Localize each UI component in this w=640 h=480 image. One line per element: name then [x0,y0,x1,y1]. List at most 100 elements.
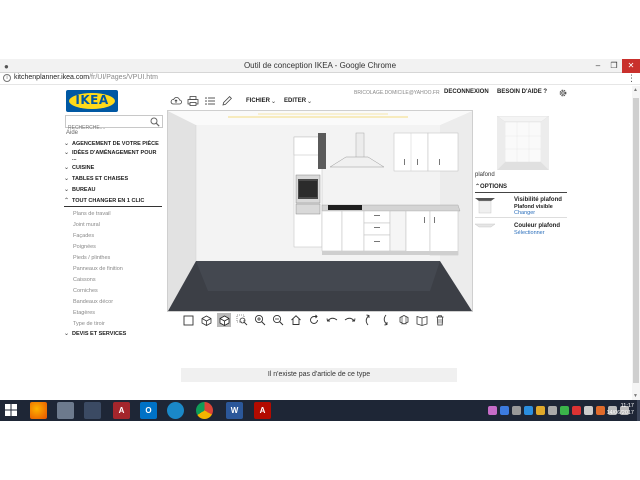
editer-menu[interactable]: EDITER ⌄ [284,98,312,105]
search-icon[interactable] [150,117,160,127]
access-icon[interactable]: A [113,402,130,419]
firefox-icon[interactable] [30,402,47,419]
curve-right-icon [344,317,356,322]
print-icon[interactable] [187,95,199,107]
fichier-menu[interactable]: FICHIER ⌄ [246,98,276,105]
sidebar-subitem-pieds[interactable]: Pieds / plinthes [64,253,164,264]
sidebar-subitem-panneaux[interactable]: Panneaux de finition [64,264,164,275]
cube-icon [219,315,229,326]
rotate-right-button[interactable] [307,313,321,327]
sidebar-category-bureau[interactable]: ⌄ BUREAU [64,187,164,193]
sidebar-subitem-etageres[interactable]: Etagères [64,308,164,319]
chevron-down-icon: ⌄ [64,150,70,156]
curve-down-icon [383,314,388,326]
ikea-logo[interactable]: IKEA [66,90,118,112]
sidebar-subitem-plans[interactable]: Plans de travail [64,209,164,220]
copy-view-button[interactable] [397,313,411,327]
delete-button[interactable] [433,313,447,327]
view-3d-wire-button[interactable] [199,313,213,327]
catalog-button[interactable] [415,313,429,327]
browser-menu-icon[interactable]: ⋮ [627,73,636,84]
view-3d-button[interactable] [217,313,231,327]
zoom-area-button[interactable] [235,313,249,327]
sidebar-subitem-bandeaux[interactable]: Bandeaux décor [64,297,164,308]
tray-app-icon[interactable] [500,406,509,415]
sidebar-subitem-caissons[interactable]: Caissons [64,275,164,286]
pan-left-button[interactable] [325,313,339,327]
zoom-out-button[interactable] [271,313,285,327]
sidebar-category-idees[interactable]: ⌄ IDÉES D'AMÉNAGEMENT POUR ... [64,150,164,162]
sidebar-category-tables[interactable]: ⌄ TABLES ET CHAISES [64,176,164,182]
tray-app-icon[interactable] [488,406,497,415]
options-header[interactable]: ⌃OPTIONS [475,183,567,193]
rotate-cw-icon [310,314,318,324]
settings-app-icon[interactable] [57,402,74,419]
scroll-down-icon[interactable]: ▼ [633,393,638,399]
url-path: /fr/UI/Pages/VPUI.htm [89,74,158,81]
windows-taskbar: A O W A 11:17 14/06/2017 [0,400,640,421]
deconnexion-link[interactable]: DECONNEXION [444,89,489,95]
changer-link[interactable]: Changer [514,210,535,216]
viewport-toolbar [181,313,451,327]
close-button[interactable]: ✕ [622,59,640,73]
tray-app-icon[interactable] [548,406,557,415]
site-info-icon[interactable]: i [3,74,11,82]
taskbar-clock[interactable]: 11:17 14/06/2017 [606,403,634,417]
tray-app-icon[interactable] [572,406,581,415]
curve-up-icon [365,314,370,326]
pan-right-button[interactable] [343,313,357,327]
anydesk-icon[interactable] [84,402,101,419]
list-icon[interactable] [204,95,216,107]
chrome-icon[interactable] [196,402,213,419]
page-scrollbar[interactable]: ▲ ▼ [632,86,640,400]
sidebar-category-devis[interactable]: ⌄ DEVIS ET SERVICES [64,331,164,337]
selectionner-link[interactable]: Sélectionner [514,230,545,236]
window-title-bar[interactable]: ● Outil de conception IKEA - Google Chro… [0,59,640,73]
tray-app-icon[interactable] [560,406,569,415]
minimize-button[interactable]: – [590,59,606,73]
address-bar[interactable]: i kitchenplanner.ikea.com/fr/UI/Pages/VP… [0,73,640,85]
tray-app-icon[interactable] [536,406,545,415]
chevron-up-icon: ⌃ [64,198,70,204]
tilt-down-button[interactable] [379,313,393,327]
zoom-in-button[interactable] [253,313,267,327]
tray-app-icon[interactable] [596,406,605,415]
outlook-icon[interactable]: O [140,402,157,419]
option-visibilite-plafond: Visibilité plafond Plafond visible Chang… [475,196,567,218]
tray-app-icon[interactable] [584,406,593,415]
acrobat-icon[interactable]: A [254,402,271,419]
search-box[interactable] [65,115,163,134]
sidebar-menu: ⌄ AGENCEMENT DE VOTRE PIÈCE ⌄ IDÉES D'AM… [64,141,164,337]
restore-button[interactable]: ❐ [606,59,622,73]
gear-icon[interactable] [558,88,568,98]
pencil-icon[interactable] [221,95,233,107]
tray-app-icon[interactable] [524,406,533,415]
view-2d-button[interactable] [181,313,195,327]
sidebar-subitem-corniches[interactable]: Corniches [64,286,164,297]
cloud-upload-icon[interactable] [170,95,182,107]
chevron-down-icon: ⌄ [64,187,70,193]
kitchen-3d-viewport[interactable] [167,110,473,312]
scroll-up-icon[interactable]: ▲ [633,87,638,93]
book-icon [416,315,428,326]
sidebar-category-tout-changer[interactable]: ⌃ TOUT CHANGER EN 1 CLIC [64,198,162,207]
sidebar-subitem-joint[interactable]: Joint mural [64,220,164,231]
home-view-button[interactable] [289,313,303,327]
sidebar-subitem-tiroir[interactable]: Type de tiroir [64,319,164,330]
sidebar-subitem-facades[interactable]: Façades [64,231,164,242]
sidebar-category-agencement[interactable]: ⌄ AGENCEMENT DE VOTRE PIÈCE [64,141,164,147]
ceiling-preview-image [497,116,549,170]
search-input[interactable] [66,122,148,134]
tray-app-icon[interactable] [512,406,521,415]
windows-start-icon[interactable] [4,403,18,417]
preview-label: plafond [475,172,495,178]
teamviewer-icon[interactable] [167,402,184,419]
word-icon[interactable]: W [226,402,243,419]
besoin-aide-link[interactable]: BESOIN D'AIDE ? [497,89,547,95]
scrollbar-thumb[interactable] [633,98,639,383]
tilt-up-button[interactable] [361,313,375,327]
url-text[interactable]: kitchenplanner.ikea.com/fr/UI/Pages/VPUI… [14,74,158,81]
sidebar-category-cuisine[interactable]: ⌄ CUISINE [64,165,164,171]
sidebar-subitem-poignees[interactable]: Poignées [64,242,164,253]
aide-link[interactable]: Aide [66,130,78,136]
